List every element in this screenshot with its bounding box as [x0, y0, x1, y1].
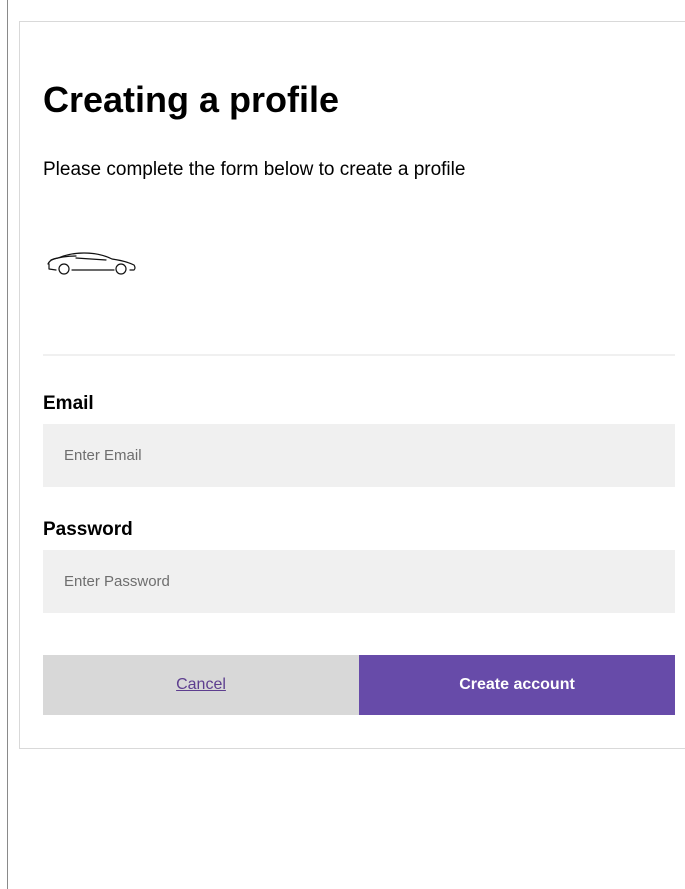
password-field[interactable]	[43, 550, 675, 613]
profile-card	[19, 21, 685, 749]
car-icon	[47, 252, 136, 275]
window-edge	[7, 0, 8, 889]
password-label: Password	[43, 519, 133, 540]
page-subtitle: Please complete the form below to create…	[43, 159, 466, 180]
create-account-button[interactable]: Create account	[359, 655, 675, 715]
page-title: Creating a profile	[43, 79, 340, 120]
email-field[interactable]	[43, 424, 675, 487]
cancel-link[interactable]: Cancel	[176, 676, 226, 694]
cancel-button[interactable]: Cancel	[43, 655, 359, 715]
email-label: Email	[43, 393, 94, 414]
section-divider	[43, 354, 675, 356]
